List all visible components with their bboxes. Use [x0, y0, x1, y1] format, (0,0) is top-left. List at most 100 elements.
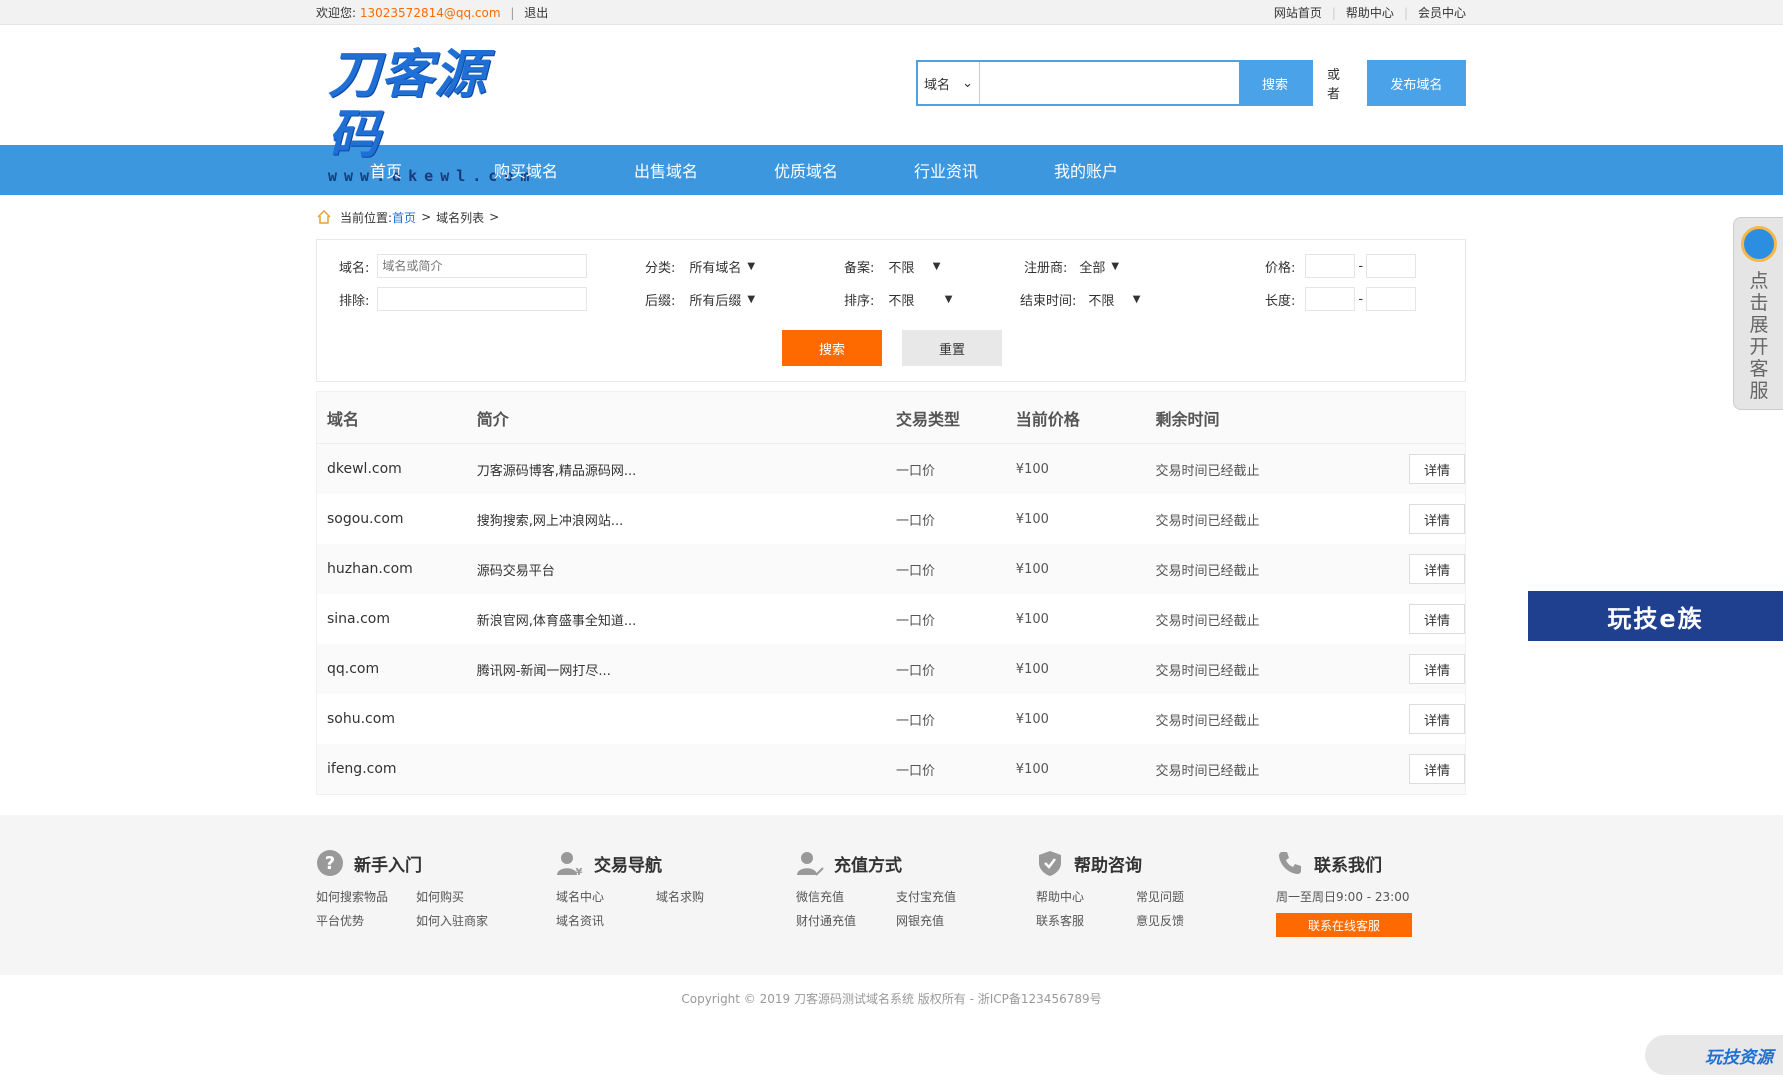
- footer-col-title-text: 交易导航: [594, 855, 662, 876]
- cell-domain[interactable]: sogou.com: [317, 511, 477, 527]
- domain-input[interactable]: [377, 254, 588, 278]
- footer-link[interactable]: 财付通充值: [796, 912, 896, 929]
- search-type-select[interactable]: 域名 ⌄: [918, 62, 980, 104]
- cell-type: 一口价: [896, 763, 936, 779]
- breadcrumb-home-link[interactable]: 首页: [392, 209, 416, 226]
- footer-link[interactable]: 帮助中心: [1036, 888, 1136, 905]
- top-bar: 欢迎您: 13023572814@qq.com | 退出 网站首页 | 帮助中心…: [0, 0, 1783, 25]
- detail-button[interactable]: 详情: [1409, 654, 1465, 684]
- cell-remain: 交易时间已经截止: [1155, 563, 1260, 579]
- cell-price: ¥100: [1015, 761, 1049, 777]
- footer-link[interactable]: 支付宝充值: [896, 888, 996, 905]
- footer-link[interactable]: 域名中心: [556, 888, 656, 905]
- filter-reset-button[interactable]: 重置: [902, 330, 1002, 366]
- main-nav: 首页 购买域名 出售域名 优质域名 行业资讯 我的账户: [0, 145, 1783, 195]
- footer-link[interactable]: 如何入驻商家: [416, 912, 516, 929]
- search-input[interactable]: [980, 62, 1239, 104]
- nav-buy-domain[interactable]: 购买域名: [456, 158, 596, 182]
- site-home-link[interactable]: 网站首页: [1274, 4, 1322, 21]
- cell-type: 一口价: [896, 463, 936, 479]
- customer-service-float[interactable]: 点击展开客服: [1733, 217, 1783, 410]
- exclude-input[interactable]: [377, 287, 588, 311]
- logout-link[interactable]: 退出: [524, 6, 548, 20]
- cell-actions: 详情: [1385, 504, 1465, 534]
- chevron-down-icon: ⌄: [962, 75, 973, 91]
- nav-sell-domain[interactable]: 出售域名: [596, 158, 736, 182]
- cell-desc: 刀客源码博客,精品源码网...: [476, 463, 637, 479]
- or-text: 或者: [1326, 68, 1340, 102]
- cell-domain[interactable]: huzhan.com: [317, 561, 477, 577]
- detail-button[interactable]: 详情: [1409, 554, 1465, 584]
- footer-link[interactable]: 意见反馈: [1136, 912, 1236, 929]
- search-box: 域名 ⌄ 搜索: [916, 60, 1313, 106]
- cell-actions: 详情: [1385, 454, 1465, 484]
- chevron-down-icon: ▼: [1132, 293, 1141, 305]
- footer-link[interactable]: 网银充值: [896, 912, 996, 929]
- suffix-label: 后缀:: [645, 293, 676, 309]
- footer-link[interactable]: 如何搜索物品: [316, 888, 416, 905]
- header-price: 当前价格: [1015, 409, 1080, 429]
- record-label: 备案:: [844, 260, 875, 276]
- category-value: 所有域名: [689, 260, 742, 276]
- filter-search-button[interactable]: 搜索: [782, 330, 882, 366]
- detail-button[interactable]: 详情: [1409, 754, 1465, 784]
- suffix-value: 所有后缀: [689, 293, 742, 309]
- footer-link[interactable]: 微信充值: [796, 888, 896, 905]
- service-hours: 周一至周日9:00 - 23:00: [1276, 890, 1410, 904]
- footer-links: 域名中心 域名求购 域名资讯: [556, 888, 776, 929]
- record-select[interactable]: 不限 ▼: [884, 254, 944, 278]
- user-yen-icon: ¥: [557, 852, 583, 877]
- ad-banner[interactable]: 玩技e族: [1528, 591, 1783, 641]
- cell-domain[interactable]: ifeng.com: [317, 761, 477, 777]
- cell-remain: 交易时间已经截止: [1155, 663, 1260, 679]
- length-max-input[interactable]: [1366, 287, 1417, 311]
- header: 刀客源码 www.dkewl.com 域名 ⌄ 搜索 或者 发布域名: [0, 25, 1783, 185]
- registrar-label: 注册商:: [1024, 260, 1068, 276]
- footer-link[interactable]: 常见问题: [1136, 888, 1236, 905]
- footer-link[interactable]: 如何购买: [416, 888, 516, 905]
- domain-label: 域名:: [339, 260, 370, 276]
- suffix-select[interactable]: 所有后缀 ▼: [685, 287, 759, 311]
- site-logo[interactable]: 刀客源码 www.dkewl.com: [328, 45, 529, 185]
- nav-industry-news[interactable]: 行业资讯: [876, 158, 1016, 182]
- cell-domain[interactable]: sina.com: [317, 611, 477, 627]
- footer-link[interactable]: 域名求购: [656, 888, 756, 905]
- end-time-select[interactable]: 不限 ▼: [1084, 287, 1144, 311]
- search-button[interactable]: 搜索: [1238, 62, 1311, 104]
- footer-link[interactable]: 联系客服: [1036, 912, 1136, 929]
- cell-domain[interactable]: dkewl.com: [317, 461, 477, 477]
- cell-domain[interactable]: qq.com: [317, 661, 477, 677]
- sort-select[interactable]: 不限 ▼: [884, 287, 956, 311]
- help-center-link[interactable]: 帮助中心: [1346, 4, 1394, 21]
- footer-links: 微信充值 支付宝充值 财付通充值 网银充值: [796, 888, 1016, 929]
- member-center-link[interactable]: 会员中心: [1418, 4, 1466, 21]
- user-email-link[interactable]: 13023572814@qq.com: [360, 6, 501, 20]
- price-min-input[interactable]: [1305, 254, 1356, 278]
- cell-price: ¥100: [1015, 711, 1049, 727]
- record-value: 不限: [888, 260, 915, 276]
- price-max-input[interactable]: [1366, 254, 1417, 278]
- detail-button[interactable]: 详情: [1409, 604, 1465, 634]
- filter-panel: 域名: 排除: 分类: 所有域名 ▼ 后缀: 所有后缀 ▼ 备案: 不限: [316, 239, 1466, 382]
- cell-domain[interactable]: sohu.com: [317, 711, 477, 727]
- publish-domain-button[interactable]: 发布域名: [1366, 60, 1466, 106]
- domain-filter: 域名:: [339, 254, 588, 278]
- nav-home[interactable]: 首页: [316, 158, 456, 182]
- cell-actions: 详情: [1385, 554, 1465, 584]
- nav-my-account[interactable]: 我的账户: [1016, 158, 1156, 182]
- footer-link[interactable]: 平台优势: [316, 912, 416, 929]
- breadcrumb: 当前位置: 首页 > 域名列表 >: [316, 195, 1466, 239]
- registrar-select[interactable]: 全部 ▼: [1075, 254, 1123, 278]
- detail-button[interactable]: 详情: [1409, 504, 1465, 534]
- table-row: dkewl.com 刀客源码博客,精品源码网... 一口价 ¥100 交易时间已…: [317, 444, 1465, 494]
- footer-link[interactable]: 域名资讯: [556, 912, 656, 929]
- nav-premium-domain[interactable]: 优质域名: [736, 158, 876, 182]
- online-service-button[interactable]: 联系在线客服: [1276, 913, 1412, 937]
- category-select[interactable]: 所有域名 ▼: [685, 254, 759, 278]
- detail-button[interactable]: 详情: [1409, 454, 1465, 484]
- detail-button[interactable]: 详情: [1409, 704, 1465, 734]
- cell-desc: 腾讯网-新闻一网打尽...: [476, 663, 611, 679]
- cell-type: 一口价: [896, 613, 936, 629]
- home-icon: [317, 209, 331, 224]
- length-min-input[interactable]: [1305, 287, 1356, 311]
